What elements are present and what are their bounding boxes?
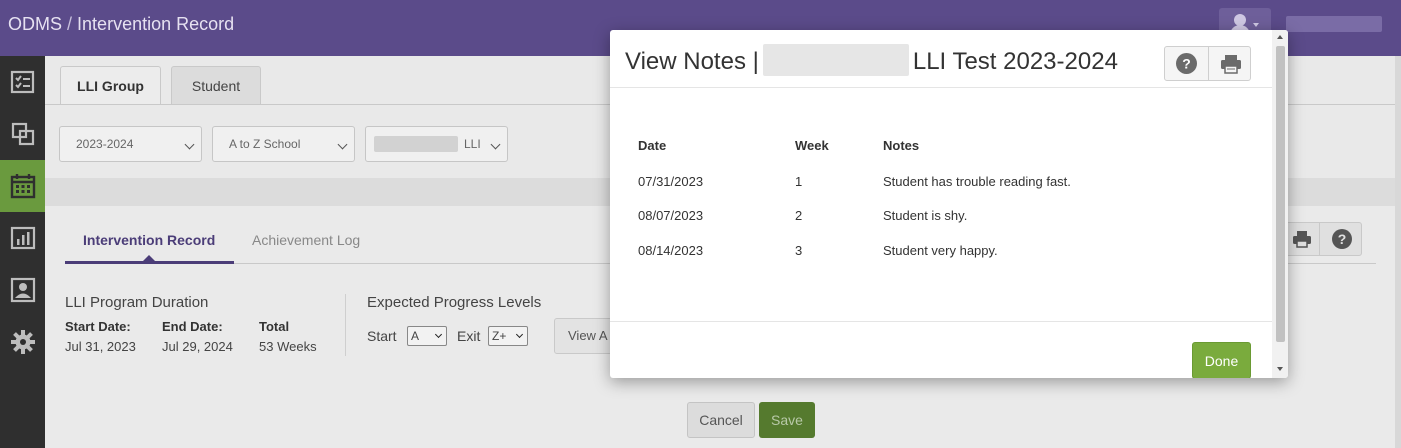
chevron-down-icon — [184, 139, 195, 150]
left-nav — [0, 56, 45, 448]
nav-item-calendar[interactable] — [0, 160, 45, 212]
nav-item-students[interactable] — [0, 264, 45, 316]
view-notes-modal: View Notes | LLI Test 2023-2024 ? Date W… — [610, 30, 1288, 378]
end-date-value: Jul 29, 2024 — [162, 339, 233, 354]
breadcrumb: ODMS / Intervention Record — [8, 14, 234, 35]
school-select[interactable]: A to Z School — [212, 126, 355, 162]
row-notes: Student has trouble reading fast. — [883, 174, 1071, 189]
id-card-icon — [10, 277, 35, 303]
record-help-button[interactable]: ? — [1322, 223, 1362, 255]
help-icon: ? — [1176, 53, 1197, 74]
row-week: 1 — [795, 174, 803, 189]
save-button[interactable]: Save — [759, 402, 815, 438]
school-select-value: A to Z School — [229, 137, 301, 151]
help-icon: ? — [1332, 229, 1352, 249]
scroll-up-icon[interactable] — [1277, 35, 1283, 39]
column-header-date: Date — [638, 138, 667, 153]
toolbar-divider — [1319, 223, 1320, 255]
active-tab-arrow — [143, 255, 155, 261]
exit-level-select[interactable]: Z+ — [488, 326, 528, 346]
exit-level-label: Exit — [457, 328, 481, 344]
expected-levels-title: Expected Progress Levels — [367, 294, 542, 311]
scroll-thumb[interactable] — [1276, 46, 1285, 342]
chevron-down-icon — [515, 330, 524, 339]
modal-toolbar: ? — [1164, 46, 1251, 81]
exit-level-value: Z+ — [492, 329, 507, 343]
checklist-icon — [10, 70, 34, 94]
row-week: 2 — [795, 208, 803, 223]
cancel-button[interactable]: Cancel — [687, 402, 755, 438]
caret-down-icon — [1253, 23, 1259, 27]
row-date: 08/14/2023 — [638, 243, 704, 258]
start-date-value: Jul 31, 2023 — [65, 339, 136, 354]
modal-print-button[interactable] — [1209, 47, 1252, 80]
svg-text:?: ? — [1182, 56, 1191, 72]
column-header-notes: Notes — [883, 138, 920, 153]
tab-intervention-record[interactable]: Intervention Record — [83, 232, 215, 248]
row-week: 3 — [795, 243, 803, 258]
group-name-redacted — [374, 136, 458, 152]
group-select-value: LLI — [464, 137, 481, 151]
tab-achievement-log[interactable]: Achievement Log — [252, 232, 360, 248]
row-notes: Student very happy. — [883, 243, 998, 258]
modal-help-button[interactable]: ? — [1165, 47, 1208, 80]
tab-lli-group[interactable]: LLI Group — [60, 66, 161, 105]
page-title: Intervention Record — [77, 14, 235, 34]
student-name-redacted — [762, 44, 909, 76]
nav-item-settings[interactable] — [0, 316, 45, 368]
printer-icon — [1220, 54, 1241, 74]
group-select[interactable]: LLI — [365, 126, 508, 162]
record-print-button[interactable] — [1282, 223, 1322, 255]
gear-icon — [10, 330, 35, 354]
year-select-value: 2023-2024 — [76, 137, 134, 151]
section-vertical-divider — [345, 294, 346, 356]
page-scrollbar[interactable] — [1395, 56, 1401, 448]
table-row: 08/14/2023 3 Student very happy. — [638, 233, 1238, 267]
row-notes: Student is shy. — [883, 208, 968, 223]
done-button[interactable]: Done — [1192, 342, 1251, 378]
modal-scrollbar[interactable] — [1272, 30, 1288, 378]
tab-student[interactable]: Student — [171, 66, 261, 105]
printer-icon — [1293, 231, 1311, 248]
nav-item-reports[interactable] — [0, 212, 45, 264]
start-level-label: Start — [367, 328, 397, 344]
user-name-redacted — [1286, 16, 1382, 32]
calendar-icon — [10, 174, 35, 199]
end-date-label: End Date: — [162, 319, 223, 334]
year-select[interactable]: 2023-2024 — [59, 126, 202, 162]
copy-icon — [11, 122, 34, 146]
start-level-value: A — [411, 329, 420, 343]
scroll-down-icon[interactable] — [1277, 367, 1283, 371]
row-date: 07/31/2023 — [638, 174, 704, 189]
modal-title-prefix: View Notes | — [625, 48, 759, 75]
modal-title: View Notes | LLI Test 2023-2024 — [625, 44, 1118, 76]
app-name[interactable]: ODMS — [8, 14, 62, 34]
start-date-label: Start Date: — [65, 319, 131, 334]
table-row: 07/31/2023 1 Student has trouble reading… — [638, 164, 1238, 198]
active-tab-indicator — [65, 261, 234, 264]
record-toolbar: ? — [1281, 222, 1362, 256]
modal-title-suffix: LLI Test 2023-2024 — [912, 48, 1118, 75]
breadcrumb-separator: / — [67, 14, 73, 34]
nav-item-groups[interactable] — [0, 108, 45, 160]
total-label: Total — [259, 319, 290, 334]
modal-header: View Notes | LLI Test 2023-2024 ? — [610, 30, 1272, 88]
chevron-down-icon — [490, 139, 501, 150]
table-row: 08/07/2023 2 Student is shy. — [638, 198, 1238, 232]
svg-text:?: ? — [1338, 231, 1347, 247]
column-header-week: Week — [795, 138, 829, 153]
modal-footer-divider — [610, 321, 1272, 322]
total-value: 53 Weeks — [259, 339, 317, 354]
chevron-down-icon — [434, 330, 443, 339]
row-date: 08/07/2023 — [638, 208, 704, 223]
start-level-select[interactable]: A — [407, 326, 447, 346]
duration-title: LLI Program Duration — [65, 294, 209, 311]
nav-item-checklist[interactable] — [0, 56, 45, 108]
bar-chart-icon — [10, 226, 35, 250]
chevron-down-icon — [337, 139, 348, 150]
